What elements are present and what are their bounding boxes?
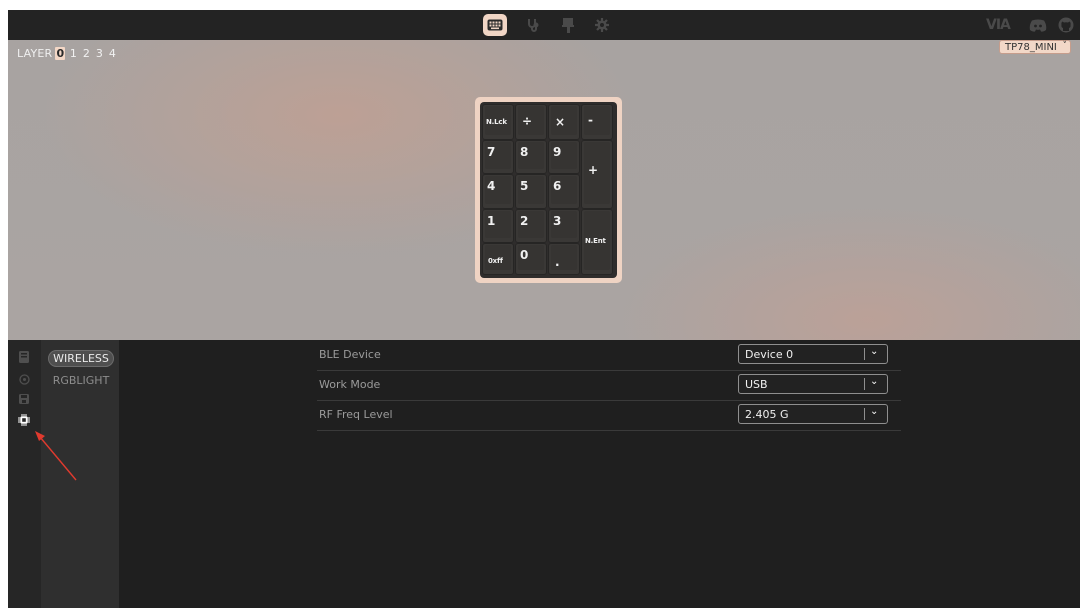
github-icon[interactable] [1058, 17, 1074, 33]
key-1[interactable]: 1 [482, 209, 514, 243]
via-logo-text: VIA [986, 17, 1011, 33]
setting-label: BLE Device [319, 348, 381, 361]
select-divider [864, 348, 865, 360]
key-2[interactable]: 2 [515, 209, 547, 243]
setting-row-rf-freq-level: RF Freq Level 2.405 G ⌄ [317, 400, 901, 431]
rf-freq-level-select[interactable]: 2.405 G ⌄ [738, 404, 888, 424]
circle-icon[interactable] [18, 373, 30, 385]
key-5[interactable]: 5 [515, 174, 547, 209]
ble-device-select[interactable]: Device 0 ⌄ [738, 344, 888, 364]
keyboard-definition-select[interactable]: TP78_MINI ˅ [999, 40, 1071, 54]
layer-4-button[interactable]: 4 [107, 47, 117, 60]
chevron-down-icon: ⌄ [870, 346, 879, 357]
chevron-down-icon: ⌄ [870, 406, 879, 417]
key-3[interactable]: 3 [548, 209, 580, 243]
keyboard-preview: LAYER 0 1 2 3 4 TP78_MINI ˅ N.Lck ÷ × - … [8, 40, 1080, 340]
device-select-value: TP78_MINI [1005, 41, 1057, 53]
layer-selector: LAYER 0 1 2 3 4 [17, 47, 120, 60]
key-7[interactable]: 7 [482, 140, 514, 174]
select-value: 2.405 G [745, 408, 789, 421]
side-icon-bar [8, 340, 41, 608]
numpad-board: N.Lck ÷ × - 7 8 9 + 4 5 6 1 2 3 N.Ent 0x… [475, 97, 622, 283]
app-window: VIA LAYER 0 1 2 3 4 TP78_MINI ˅ N.Lck ÷ [8, 10, 1080, 608]
top-bar: VIA [8, 10, 1080, 40]
layer-2-button[interactable]: 2 [81, 47, 91, 60]
key-dot[interactable]: . [548, 243, 580, 275]
key-plus[interactable]: + [581, 140, 613, 209]
key-0xff[interactable]: 0xff [482, 243, 514, 275]
key-multiply[interactable]: × [548, 104, 580, 140]
setting-label: Work Mode [319, 378, 381, 391]
key-9[interactable]: 9 [548, 140, 580, 174]
select-value: Device 0 [745, 348, 794, 361]
keyboard-icon[interactable] [18, 351, 30, 363]
select-divider [864, 408, 865, 420]
key-6[interactable]: 6 [548, 174, 580, 209]
key-0[interactable]: 0 [515, 243, 547, 275]
setting-row-work-mode: Work Mode USB ⌄ [317, 370, 901, 401]
settings-panel: BLE Device Device 0 ⌄ Work Mode USB ⌄ RF… [119, 340, 1080, 608]
key-divide[interactable]: ÷ [515, 104, 547, 140]
submenu: WIRELESS RGBLIGHT [41, 340, 119, 608]
save-icon[interactable] [18, 393, 30, 405]
discord-icon[interactable] [1029, 17, 1047, 33]
layer-0-button[interactable]: 0 [55, 47, 66, 60]
select-divider [864, 378, 865, 390]
stethoscope-icon[interactable] [521, 14, 545, 36]
menu-item-rgblight[interactable]: RGBLIGHT [48, 374, 114, 387]
key-4[interactable]: 4 [482, 174, 514, 209]
chip-icon[interactable] [18, 414, 30, 426]
chevron-down-icon: ˅ [1062, 41, 1068, 51]
layer-label: LAYER [17, 47, 53, 60]
select-value: USB [745, 378, 768, 391]
setting-label: RF Freq Level [319, 408, 393, 421]
key-8[interactable]: 8 [515, 140, 547, 174]
work-mode-select[interactable]: USB ⌄ [738, 374, 888, 394]
via-logo[interactable]: VIA [986, 17, 1011, 33]
key-enter[interactable]: N.Ent [581, 209, 613, 275]
brush-icon[interactable] [556, 14, 580, 36]
chevron-down-icon: ⌄ [870, 376, 879, 387]
keyboard-icon[interactable] [483, 14, 507, 36]
key-minus[interactable]: - [581, 104, 613, 140]
layer-3-button[interactable]: 3 [94, 47, 104, 60]
gear-icon[interactable] [590, 14, 614, 36]
numpad-case: N.Lck ÷ × - 7 8 9 + 4 5 6 1 2 3 N.Ent 0x… [480, 102, 617, 278]
layer-1-button[interactable]: 1 [68, 47, 78, 60]
menu-item-wireless[interactable]: WIRELESS [48, 350, 114, 367]
key-numlock[interactable]: N.Lck [482, 104, 514, 140]
setting-row-ble-device: BLE Device Device 0 ⌄ [317, 340, 901, 371]
